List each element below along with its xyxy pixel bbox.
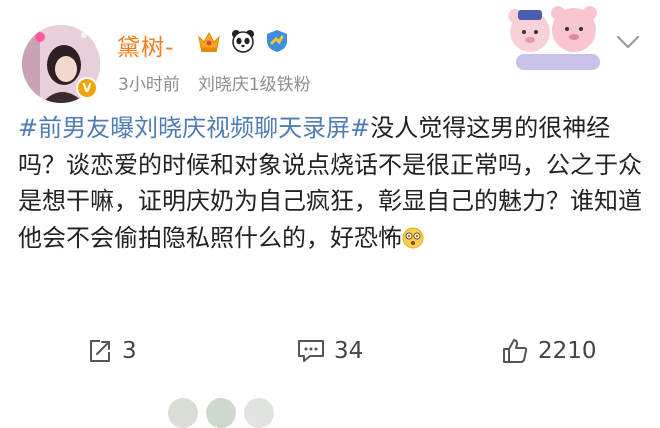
panda-icon[interactable] — [229, 27, 257, 55]
comment-count: 34 — [334, 338, 364, 364]
peek-avatar — [168, 398, 198, 428]
action-bar: 3 34 2210 — [0, 333, 660, 369]
dizzy-face-icon — [402, 223, 424, 248]
share-icon — [90, 340, 110, 362]
hashtag-link[interactable]: #前男友曝刘晓庆视频聊天录屏# — [18, 114, 370, 142]
comment-icon — [298, 340, 324, 362]
peek-avatar — [206, 398, 236, 428]
comment-button[interactable]: 34 — [296, 333, 363, 369]
share-button[interactable]: 3 — [86, 333, 137, 369]
verified-shield-icon[interactable] — [263, 27, 291, 55]
bear-sticker-decoration — [502, 2, 610, 74]
post-text: #前男友曝刘晓庆视频聊天录屏#没人觉得这男的很神经吗？谈恋爱的时候和对象说点烧话… — [18, 110, 648, 256]
fan-label[interactable]: 刘晓庆1级铁粉 — [198, 75, 311, 95]
like-count: 2210 — [538, 338, 597, 364]
post-time: 3小时前 — [118, 75, 180, 95]
username[interactable]: 黛树- — [117, 28, 174, 62]
like-button[interactable]: 2210 — [500, 333, 597, 369]
user-badges — [195, 27, 291, 55]
share-count: 3 — [122, 338, 137, 364]
next-post-peek — [168, 398, 274, 428]
like-icon — [503, 339, 528, 363]
post-meta: 3小时前 刘晓庆1级铁粉 — [118, 70, 311, 95]
chevron-down-icon[interactable] — [612, 28, 644, 56]
vip-badge-icon: V — [76, 77, 98, 99]
crown-icon[interactable] — [195, 27, 223, 55]
peek-avatar — [244, 398, 274, 428]
